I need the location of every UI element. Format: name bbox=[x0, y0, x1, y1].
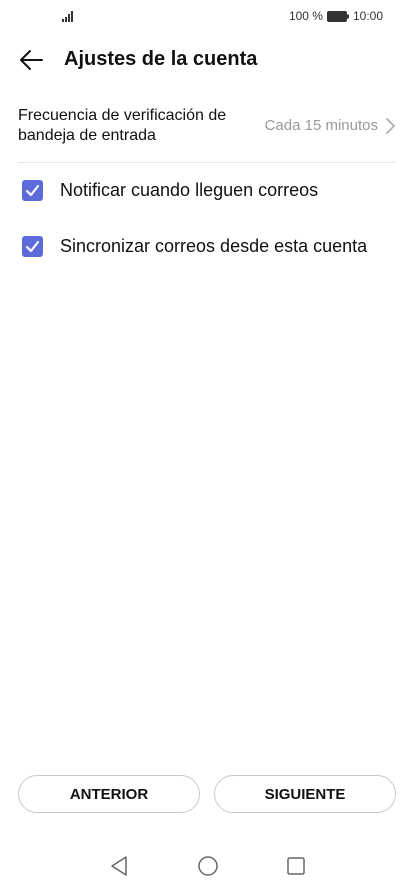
nav-home-icon[interactable] bbox=[197, 855, 219, 877]
battery-icon bbox=[326, 10, 349, 22]
page-title: Ajustes de la cuenta bbox=[64, 48, 258, 70]
status-bar: 100 % 10:00 bbox=[0, 0, 415, 32]
signal-icon bbox=[62, 11, 73, 22]
battery-percent: 100 % bbox=[288, 9, 323, 23]
nav-back-icon[interactable] bbox=[109, 855, 129, 877]
inbox-frequency-setting[interactable]: Frecuencia de verificación de bandeja de… bbox=[18, 104, 398, 162]
frequency-value: Cada 15 minutos bbox=[264, 117, 378, 134]
frequency-label: Frecuencia de verificación de bandeja de… bbox=[18, 107, 227, 144]
arrow-left-icon[interactable] bbox=[18, 48, 44, 72]
divider bbox=[18, 162, 396, 163]
status-right: 100 % 10:00 bbox=[289, 9, 383, 23]
checkmark-icon bbox=[25, 240, 40, 253]
chevron-right-icon bbox=[386, 118, 395, 134]
checkmark-icon bbox=[25, 184, 40, 197]
notify-new-mail-setting[interactable]: Notificar cuando lleguen correos bbox=[20, 171, 400, 211]
notify-label: Notificar cuando lleguen correos bbox=[60, 180, 319, 200]
sync-label: Sincronizar correos desde esta cuenta bbox=[60, 236, 368, 256]
header: Ajustes de la cuenta bbox=[0, 40, 415, 80]
next-button[interactable]: SIGUIENTE bbox=[214, 775, 396, 813]
sync-mail-setting[interactable]: Sincronizar correos desde esta cuenta bbox=[20, 227, 400, 267]
nav-recent-icon[interactable] bbox=[286, 856, 306, 876]
navigation-bar bbox=[0, 850, 415, 882]
notify-checkbox[interactable] bbox=[22, 180, 43, 201]
sync-checkbox[interactable] bbox=[22, 236, 43, 257]
status-time: 10:00 bbox=[352, 9, 383, 23]
previous-button[interactable]: ANTERIOR bbox=[18, 775, 200, 813]
